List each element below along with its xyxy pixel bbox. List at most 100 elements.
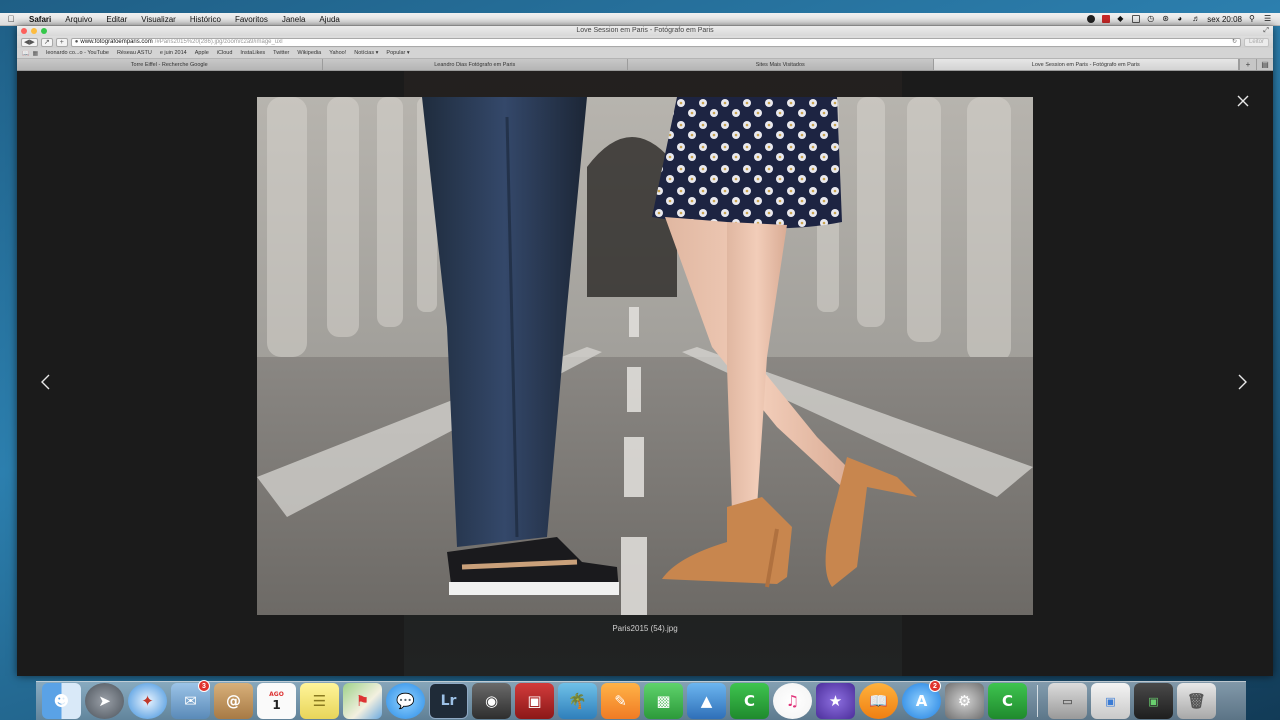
photobooth-icon[interactable]: ▣ [515, 683, 554, 719]
system-preferences-icon[interactable]: ⚙ [945, 683, 984, 719]
downloads-stack-icon[interactable]: ▣ [1091, 683, 1130, 719]
chevron-right-icon [1238, 374, 1247, 390]
tab-leandro-dias[interactable]: Leandro Dias Fotógrafo em Paris [322, 59, 628, 70]
calendar-month: AGO [269, 690, 284, 698]
bookmark-item[interactable]: Yahoo! [329, 50, 346, 56]
messages-icon[interactable]: 💬 [386, 683, 425, 719]
menu-ajuda[interactable]: Ajuda [312, 15, 346, 24]
numbers-icon[interactable]: ▩ [644, 683, 683, 719]
menubar-clock[interactable]: sex 20:08 [1207, 15, 1242, 24]
launchpad-icon[interactable]: ➤ [85, 683, 124, 719]
window-titlebar[interactable]: Love Session em Paris - Fotógrafo em Par… [17, 26, 1273, 36]
reload-icon[interactable]: ↻ [1232, 39, 1240, 46]
notification-center-icon[interactable]: ☰ [1264, 15, 1272, 23]
menu-favoritos[interactable]: Favoritos [228, 15, 275, 24]
imovie-icon[interactable]: ★ [816, 683, 855, 719]
app-status-icon[interactable] [1102, 15, 1111, 23]
mail-icon[interactable]: ✉ 3 [171, 680, 210, 719]
lightbox-photo[interactable] [257, 97, 1033, 615]
menu-arquivo[interactable]: Arquivo [58, 15, 99, 24]
minimized-window-icon[interactable]: ▭ [1048, 683, 1087, 719]
url-path: /#Paris2015%20(286).jpg/zoom/c2a9/image_… [154, 38, 283, 45]
wifi-icon[interactable]: ◕ [1177, 15, 1185, 23]
tab-torre-eiffel[interactable]: Torre Eiffel - Recherche Google [17, 59, 323, 70]
traffic-lights [21, 28, 47, 34]
photo-couple-feet [257, 97, 1033, 615]
top-sites-icon[interactable]: ▦ [32, 50, 38, 57]
address-bar[interactable]: ● www.fotografoemparis.com /#Paris2015%2… [70, 37, 1241, 47]
photo-caption: Paris2015 (54).jpg [612, 624, 678, 633]
close-window-button[interactable] [21, 28, 27, 34]
finder-icon[interactable]: ☻ [42, 683, 81, 719]
browser-toolbar: ◀▶ ↗ + ● www.fotografoemparis.com /#Pari… [17, 36, 1273, 48]
bookmark-item[interactable]: Twitter [273, 50, 289, 56]
app-store-icon[interactable]: A 2 [902, 680, 941, 719]
bookmark-item[interactable]: iCloud [217, 50, 233, 56]
notes-icon[interactable]: ☰ [300, 683, 339, 719]
bookmark-item[interactable]: e juin 2014 [160, 50, 187, 56]
lock-icon: ● [74, 38, 79, 45]
dropbox-icon[interactable]: ◆ [1117, 15, 1125, 23]
volume-icon[interactable]: ♬ [1192, 15, 1200, 23]
tab-sites-mais-visitados[interactable]: Sites Mais Visitados [628, 59, 934, 70]
spotlight-search-icon[interactable]: ⚲ [1249, 15, 1257, 23]
app-store-badge: 2 [929, 680, 941, 692]
back-button[interactable]: ◀▶ [21, 37, 38, 47]
menu-app-name[interactable]: Safari [22, 15, 58, 24]
mail-badge: 3 [198, 680, 210, 692]
bookmark-item[interactable]: Réseau ASTU [117, 50, 152, 56]
maps-icon[interactable]: ⚑ [343, 683, 382, 719]
timemachine-icon[interactable]: ◷ [1147, 15, 1155, 23]
fullscreen-icon[interactable]: ⤢ [1263, 26, 1269, 36]
lightroom-icon[interactable]: Lr [429, 683, 468, 719]
dock-separator [1037, 685, 1038, 717]
safari-icon[interactable]: ✦ [128, 683, 167, 719]
add-bookmark-button[interactable]: + [55, 37, 68, 47]
next-photo-button[interactable] [1235, 373, 1249, 391]
previous-photo-button[interactable] [39, 373, 53, 391]
chevron-left-icon [41, 374, 50, 390]
record-status-icon[interactable] [1087, 15, 1096, 23]
bookmark-item[interactable]: leonardo co...o - YouTube [46, 50, 109, 56]
menu-historico[interactable]: Histórico [183, 15, 228, 24]
menu-editar[interactable]: Editar [99, 15, 134, 24]
camtasia-icon[interactable]: C [730, 683, 769, 719]
apple-menu-icon[interactable]:  [0, 14, 22, 24]
zoom-window-button[interactable] [41, 28, 47, 34]
safari-window: Love Session em Paris - Fotógrafo em Par… [17, 26, 1273, 676]
bookmarks-icons: 📖 ▦ [22, 50, 38, 57]
bookmark-item[interactable]: Notícias ▾ [354, 50, 378, 56]
facetime-icon[interactable]: ◉ [472, 683, 511, 719]
bookmark-item[interactable]: Apple [195, 50, 209, 56]
menu-janela[interactable]: Janela [275, 15, 313, 24]
close-lightbox-button[interactable] [1235, 93, 1251, 109]
new-tab-button[interactable]: + [1239, 59, 1256, 70]
bluetooth-icon[interactable]: ⊛ [1162, 15, 1170, 23]
bookmark-item[interactable]: InstaLikes [240, 50, 265, 56]
url-host: www.fotografoemparis.com [80, 38, 153, 45]
open-book-icon[interactable]: 📖 [22, 50, 29, 57]
keynote-icon[interactable]: ▲ [687, 683, 726, 719]
ibooks-icon[interactable]: 📖 [859, 683, 898, 719]
status-menus: ◆ ◷ ⊛ ◕ ♬ sex 20:08 ⚲ ☰ [1087, 15, 1280, 24]
tab-overview-icon[interactable]: ▤ [1256, 59, 1273, 70]
camtasia-recorder-icon[interactable]: C [988, 683, 1027, 719]
sync-icon[interactable] [1132, 15, 1141, 23]
bookmarks-bar: 📖 ▦ leonardo co...o - YouTube Réseau AST… [17, 48, 1273, 59]
pages-icon[interactable]: ✎ [601, 683, 640, 719]
lightroom-label: Lr [440, 693, 457, 709]
itunes-icon[interactable]: ♫ [773, 683, 812, 719]
trash-icon[interactable]: 🗑 [1177, 683, 1216, 719]
close-icon [1237, 95, 1249, 107]
calendar-icon[interactable]: AGO 1 [257, 683, 296, 719]
documents-stack-icon[interactable]: ▣ [1134, 683, 1173, 719]
share-button[interactable]: ↗ [40, 37, 53, 47]
iphoto-icon[interactable]: 🌴 [558, 683, 597, 719]
contacts-icon[interactable]: @ [214, 683, 253, 719]
bookmark-item[interactable]: Wikipedia [297, 50, 321, 56]
menu-visualizar[interactable]: Visualizar [134, 15, 183, 24]
tab-love-session[interactable]: Love Session em Paris - Fotógrafo em Par… [933, 59, 1239, 70]
minimize-window-button[interactable] [31, 28, 37, 34]
reader-button[interactable]: Leitor [1243, 37, 1269, 47]
bookmark-item[interactable]: Popular ▾ [386, 50, 409, 56]
